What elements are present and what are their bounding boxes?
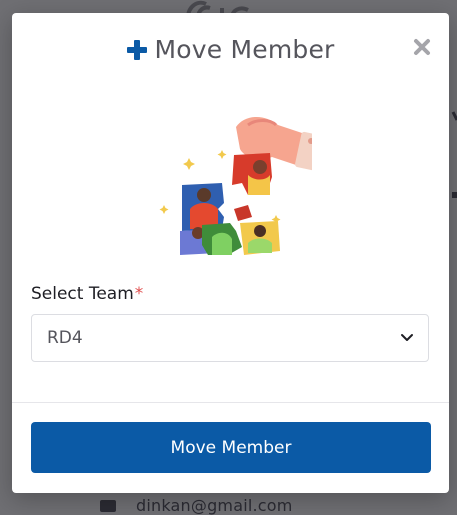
modal-title: Move Member <box>154 35 335 64</box>
puzzle-team-illustration <box>159 116 312 255</box>
required-marker: * <box>134 284 144 304</box>
select-team-label-text: Select Team <box>31 284 134 304</box>
modal-header: Move Member <box>12 35 449 64</box>
team-select-value: RD4 <box>47 328 83 348</box>
team-select[interactable]: RD4 <box>31 314 429 362</box>
move-member-button[interactable]: Move Member <box>31 422 431 473</box>
background-email-row: dinkan@gmail.com <box>100 496 293 515</box>
move-member-modal: Move Member Select Team* RD4 Move Member <box>12 13 449 493</box>
close-icon[interactable] <box>412 37 432 57</box>
background-edge-marks <box>451 111 457 198</box>
chevron-down-icon <box>401 334 413 341</box>
select-team-label: Select Team* <box>31 284 143 304</box>
background-email: dinkan@gmail.com <box>136 496 293 515</box>
envelope-icon <box>100 499 116 512</box>
plus-icon <box>127 39 148 60</box>
footer-divider <box>12 402 449 403</box>
